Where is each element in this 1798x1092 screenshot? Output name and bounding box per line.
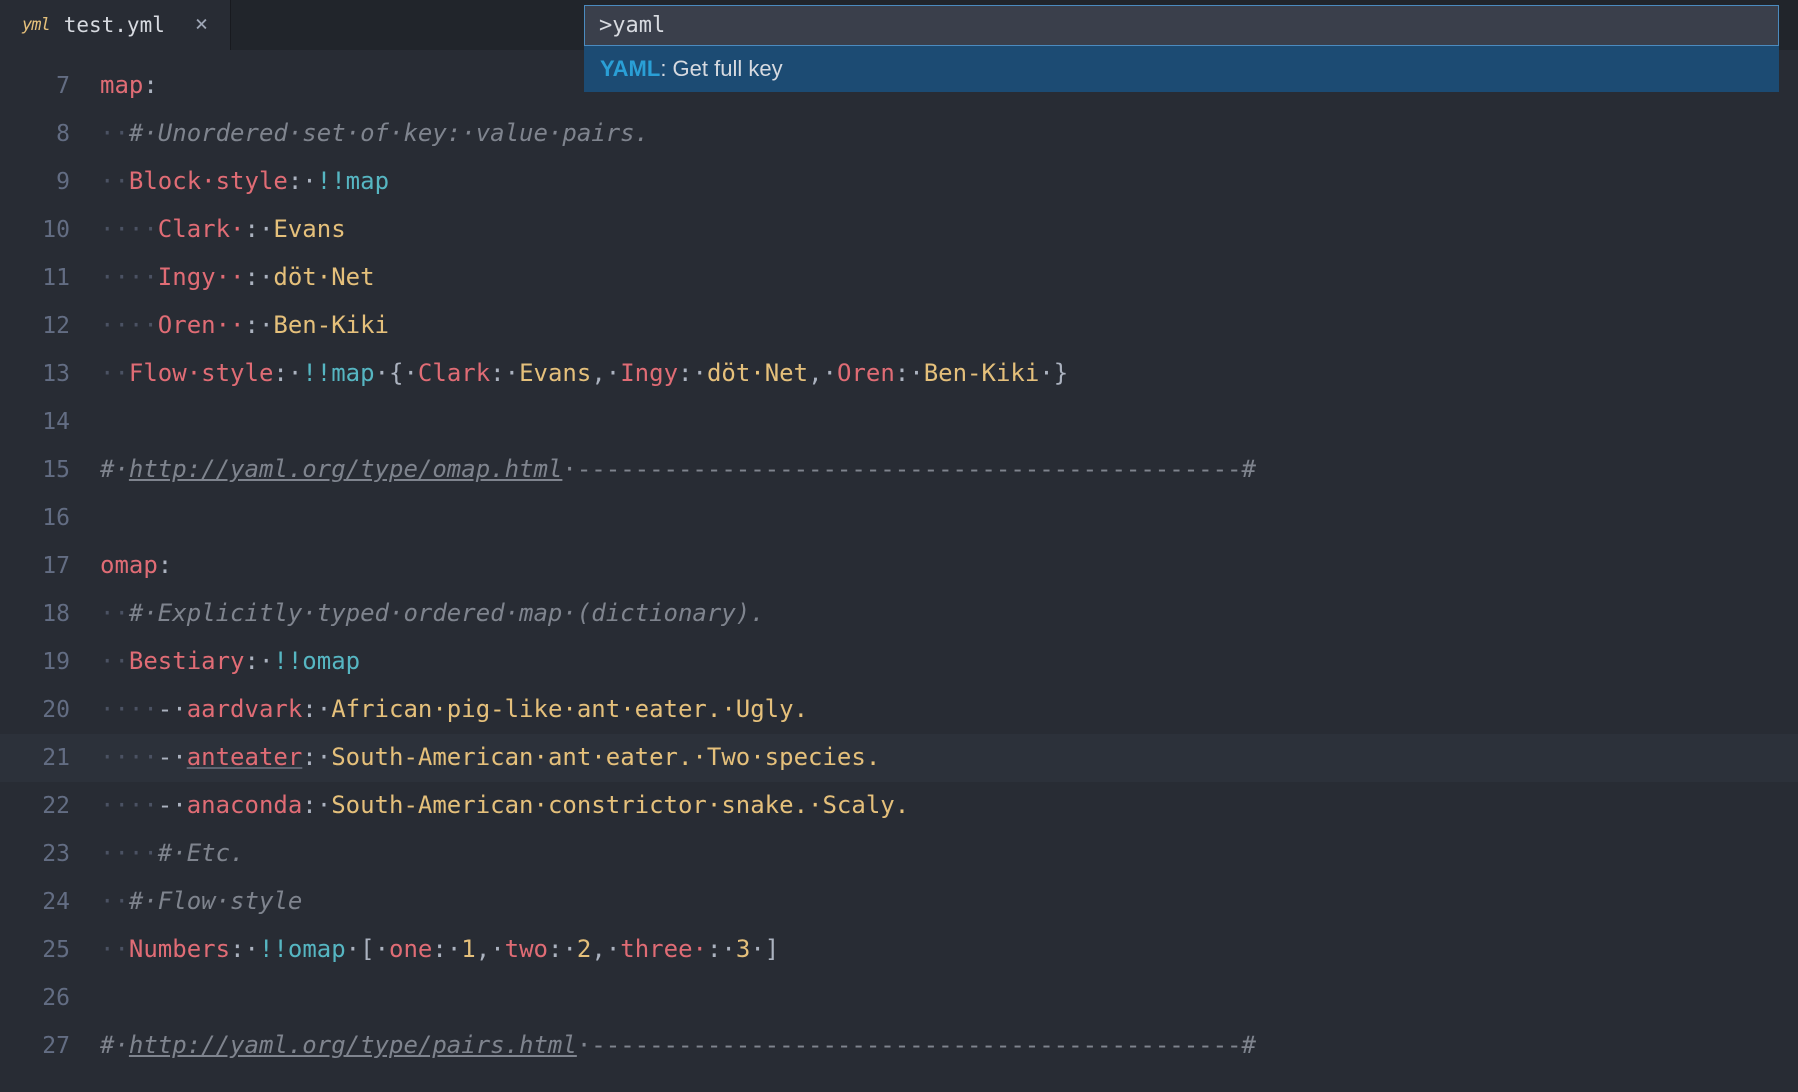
gutter-line-number: 11 [0,255,100,302]
line-content [100,974,1798,1021]
gutter-line-number: 10 [0,207,100,254]
code-line[interactable]: 19··Bestiary:·!!omap [0,638,1798,686]
code-line[interactable]: 14 [0,398,1798,446]
line-content [100,494,1798,541]
yaml-file-icon: yml [22,15,50,35]
code-line[interactable]: 22····-·anaconda:·South-American·constri… [0,782,1798,830]
gutter-line-number: 23 [0,831,100,878]
gutter-line-number: 25 [0,927,100,974]
command-palette-input[interactable] [597,12,1766,39]
code-line[interactable]: 13··Flow·style:·!!map·{·Clark:·Evans,·In… [0,350,1798,398]
code-line[interactable]: 11····Ingy··:·döt·Net [0,254,1798,302]
gutter-line-number: 26 [0,975,100,1022]
code-line[interactable]: 8··#·Unordered·set·of·key:·value·pairs. [0,110,1798,158]
gutter-line-number: 12 [0,303,100,350]
command-palette-result-prefix: YAML [600,56,660,81]
gutter-line-number: 22 [0,783,100,830]
code-line[interactable]: 16 [0,494,1798,542]
gutter-line-number: 15 [0,447,100,494]
code-lines[interactable]: 7map:8··#·Unordered·set·of·key:·value·pa… [0,62,1798,1070]
gutter-line-number: 9 [0,159,100,206]
code-line[interactable]: 24··#·Flow·style [0,878,1798,926]
code-line[interactable]: 26 [0,974,1798,1022]
code-line[interactable]: 17omap: [0,542,1798,590]
line-content: ····-·anaconda:·South-American·constrict… [100,782,1798,829]
command-palette-input-wrap[interactable] [584,5,1779,46]
code-line[interactable]: 23····#·Etc. [0,830,1798,878]
command-palette: YAML: Get full key [584,5,1779,92]
tab-test-yml[interactable]: yml test.yml × [0,0,231,50]
line-content: ··#·Unordered·set·of·key:·value·pairs. [100,110,1798,157]
line-content: ··#·Flow·style [100,878,1798,925]
line-content: ····Oren··:·Ben-Kiki [100,302,1798,349]
command-palette-result[interactable]: YAML: Get full key [584,46,1779,92]
gutter-line-number: 21 [0,735,100,782]
gutter-line-number: 27 [0,1023,100,1070]
line-content: #·http://yaml.org/type/pairs.html·------… [100,1022,1798,1069]
gutter-line-number: 20 [0,687,100,734]
close-icon[interactable]: × [195,14,208,36]
gutter-line-number: 8 [0,111,100,158]
gutter-line-number: 24 [0,879,100,926]
gutter-line-number: 7 [0,63,100,110]
code-line[interactable]: 20····-·aardvark:·African·pig-like·ant·e… [0,686,1798,734]
gutter-line-number: 18 [0,591,100,638]
code-line[interactable]: 12····Oren··:·Ben-Kiki [0,302,1798,350]
code-line[interactable]: 25··Numbers:·!!omap·[·one:·1,·two:·2,·th… [0,926,1798,974]
line-content: ··Numbers:·!!omap·[·one:·1,·two:·2,·thre… [100,926,1798,973]
editor-area[interactable]: 7map:8··#·Unordered·set·of·key:·value·pa… [0,50,1798,1092]
code-line[interactable]: 15#·http://yaml.org/type/omap.html·-----… [0,446,1798,494]
line-content: ··Block·style:·!!map [100,158,1798,205]
line-content: ··Bestiary:·!!omap [100,638,1798,685]
gutter-line-number: 17 [0,543,100,590]
command-palette-result-rest: : Get full key [660,56,782,81]
line-content [100,398,1798,445]
line-content: #·http://yaml.org/type/omap.html·-------… [100,446,1798,493]
line-content: ····-·aardvark:·African·pig-like·ant·eat… [100,686,1798,733]
line-content: ··Flow·style:·!!map·{·Clark:·Evans,·Ingy… [100,350,1798,397]
code-line[interactable]: 21····-·anteater:·South-American·ant·eat… [0,734,1798,782]
gutter-line-number: 14 [0,399,100,446]
code-line[interactable]: 10····Clark·:·Evans [0,206,1798,254]
code-line[interactable]: 18··#·Explicitly·typed·ordered·map·(dict… [0,590,1798,638]
line-content: ····Clark·:·Evans [100,206,1798,253]
gutter-line-number: 13 [0,351,100,398]
gutter-line-number: 16 [0,495,100,542]
line-content: ··#·Explicitly·typed·ordered·map·(dictio… [100,590,1798,637]
gutter-line-number: 19 [0,639,100,686]
line-content: ····#·Etc. [100,830,1798,877]
code-line[interactable]: 27#·http://yaml.org/type/pairs.html·----… [0,1022,1798,1070]
code-line[interactable]: 9··Block·style:·!!map [0,158,1798,206]
line-content: omap: [100,542,1798,589]
tab-filename: test.yml [64,13,165,37]
line-content: ····-·anteater:·South-American·ant·eater… [100,734,1798,781]
line-content: ····Ingy··:·döt·Net [100,254,1798,301]
